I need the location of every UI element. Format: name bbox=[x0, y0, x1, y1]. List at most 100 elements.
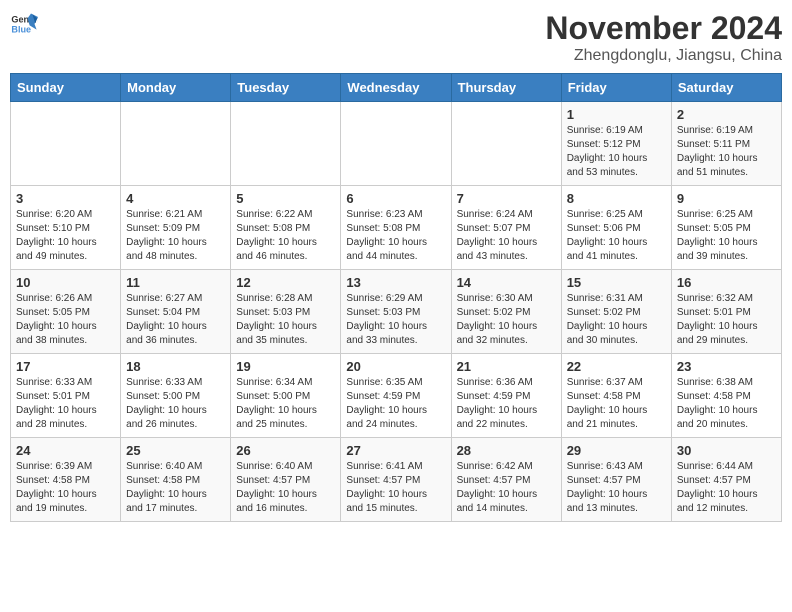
calendar-cell bbox=[121, 102, 231, 186]
calendar-cell: 23Sunrise: 6:38 AMSunset: 4:58 PMDayligh… bbox=[671, 354, 781, 438]
day-number: 13 bbox=[346, 275, 445, 290]
day-number: 26 bbox=[236, 443, 335, 458]
day-info: Sunrise: 6:28 AMSunset: 5:03 PMDaylight:… bbox=[236, 292, 335, 348]
day-info: Sunrise: 6:30 AMSunset: 5:02 PMDaylight:… bbox=[457, 292, 556, 348]
calendar-week-5: 24Sunrise: 6:39 AMSunset: 4:58 PMDayligh… bbox=[11, 438, 782, 522]
day-number: 21 bbox=[457, 359, 556, 374]
day-number: 22 bbox=[567, 359, 666, 374]
day-info: Sunrise: 6:43 AMSunset: 4:57 PMDaylight:… bbox=[567, 460, 666, 516]
day-info: Sunrise: 6:27 AMSunset: 5:04 PMDaylight:… bbox=[126, 292, 225, 348]
day-number: 7 bbox=[457, 191, 556, 206]
day-number: 6 bbox=[346, 191, 445, 206]
calendar-week-3: 10 Sunrise: 6:26 AMSunset: 5:05 PMDayligh… bbox=[11, 270, 782, 354]
day-info: Sunrise: 6:25 AMSunset: 5:05 PMDaylight:… bbox=[677, 208, 776, 264]
day-number: 25 bbox=[126, 443, 225, 458]
day-info: Sunrise: 6:34 AMSunset: 5:00 PMDaylight:… bbox=[236, 376, 335, 432]
weekday-header-row: SundayMondayTuesdayWednesdayThursdayFrid… bbox=[11, 74, 782, 102]
calendar-cell: 21 Sunrise: 6:36 AMSunset: 4:59 PMDayligh… bbox=[451, 354, 561, 438]
day-info: Sunrise: 6:22 AMSunset: 5:08 PMDaylight:… bbox=[236, 208, 335, 264]
day-number: 15 bbox=[567, 275, 666, 290]
day-info: Sunrise: 6:33 AMSunset: 5:01 PMDaylight:… bbox=[16, 376, 115, 432]
calendar-cell: 7 Sunrise: 6:24 AMSunset: 5:07 PMDaylight… bbox=[451, 186, 561, 270]
calendar-cell: 10 Sunrise: 6:26 AMSunset: 5:05 PMDayligh… bbox=[11, 270, 121, 354]
day-number: 10 bbox=[16, 275, 115, 290]
day-number: 18 bbox=[126, 359, 225, 374]
day-number: 20 bbox=[346, 359, 445, 374]
calendar-cell: 19 Sunrise: 6:34 AMSunset: 5:00 PMDayligh… bbox=[231, 354, 341, 438]
day-number: 4 bbox=[126, 191, 225, 206]
month-title: November 2024 bbox=[545, 10, 782, 47]
calendar-cell: 5Sunrise: 6:22 AMSunset: 5:08 PMDaylight… bbox=[231, 186, 341, 270]
calendar-table: SundayMondayTuesdayWednesdayThursdayFrid… bbox=[10, 73, 782, 522]
day-info: Sunrise: 6:19 AMSunset: 5:12 PMDaylight:… bbox=[567, 124, 666, 180]
calendar-cell: 4 Sunrise: 6:21 AMSunset: 5:09 PMDaylight… bbox=[121, 186, 231, 270]
day-number: 29 bbox=[567, 443, 666, 458]
calendar-cell: 3 Sunrise: 6:20 AMSunset: 5:10 PMDaylight… bbox=[11, 186, 121, 270]
day-info: Sunrise: 6:20 AMSunset: 5:10 PMDaylight:… bbox=[16, 208, 115, 264]
day-number: 17 bbox=[16, 359, 115, 374]
day-info: Sunrise: 6:23 AMSunset: 5:08 PMDaylight:… bbox=[346, 208, 445, 264]
calendar-cell: 28 Sunrise: 6:42 AMSunset: 4:57 PMDayligh… bbox=[451, 438, 561, 522]
weekday-header-tuesday: Tuesday bbox=[231, 74, 341, 102]
day-number: 9 bbox=[677, 191, 776, 206]
day-info: Sunrise: 6:41 AMSunset: 4:57 PMDaylight:… bbox=[346, 460, 445, 516]
day-info: Sunrise: 6:26 AMSunset: 5:05 PMDaylight:… bbox=[16, 292, 115, 348]
title-area: November 2024 Zhengdonglu, Jiangsu, Chin… bbox=[545, 10, 782, 65]
day-info: Sunrise: 6:40 AMSunset: 4:58 PMDaylight:… bbox=[126, 460, 225, 516]
calendar-cell: 13 Sunrise: 6:29 AMSunset: 5:03 PMDayligh… bbox=[341, 270, 451, 354]
calendar-cell: 9 Sunrise: 6:25 AMSunset: 5:05 PMDaylight… bbox=[671, 186, 781, 270]
day-number: 14 bbox=[457, 275, 556, 290]
day-number: 1 bbox=[567, 107, 666, 122]
calendar-cell: 29 Sunrise: 6:43 AMSunset: 4:57 PMDayligh… bbox=[561, 438, 671, 522]
day-number: 3 bbox=[16, 191, 115, 206]
calendar-cell bbox=[341, 102, 451, 186]
calendar-week-2: 3 Sunrise: 6:20 AMSunset: 5:10 PMDaylight… bbox=[11, 186, 782, 270]
day-info: Sunrise: 6:44 AMSunset: 4:57 PMDaylight:… bbox=[677, 460, 776, 516]
calendar-cell: 26Sunrise: 6:40 AMSunset: 4:57 PMDayligh… bbox=[231, 438, 341, 522]
calendar-cell: 15 Sunrise: 6:31 AMSunset: 5:02 PMDayligh… bbox=[561, 270, 671, 354]
calendar-cell: 6 Sunrise: 6:23 AMSunset: 5:08 PMDaylight… bbox=[341, 186, 451, 270]
calendar-cell bbox=[231, 102, 341, 186]
logo: General Blue bbox=[10, 10, 38, 38]
weekday-header-wednesday: Wednesday bbox=[341, 74, 451, 102]
day-info: Sunrise: 6:25 AMSunset: 5:06 PMDaylight:… bbox=[567, 208, 666, 264]
weekday-header-thursday: Thursday bbox=[451, 74, 561, 102]
day-info: Sunrise: 6:19 AMSunset: 5:11 PMDaylight:… bbox=[677, 124, 776, 180]
calendar-cell: 14 Sunrise: 6:30 AMSunset: 5:02 PMDayligh… bbox=[451, 270, 561, 354]
day-info: Sunrise: 6:38 AMSunset: 4:58 PMDaylight:… bbox=[677, 376, 776, 432]
day-info: Sunrise: 6:31 AMSunset: 5:02 PMDaylight:… bbox=[567, 292, 666, 348]
day-info: Sunrise: 6:37 AMSunset: 4:58 PMDaylight:… bbox=[567, 376, 666, 432]
day-number: 11 bbox=[126, 275, 225, 290]
calendar-cell: 22 Sunrise: 6:37 AMSunset: 4:58 PMDayligh… bbox=[561, 354, 671, 438]
day-number: 12 bbox=[236, 275, 335, 290]
day-info: Sunrise: 6:21 AMSunset: 5:09 PMDaylight:… bbox=[126, 208, 225, 264]
day-info: Sunrise: 6:24 AMSunset: 5:07 PMDaylight:… bbox=[457, 208, 556, 264]
calendar-cell: 8 Sunrise: 6:25 AMSunset: 5:06 PMDaylight… bbox=[561, 186, 671, 270]
calendar-cell: 24Sunrise: 6:39 AMSunset: 4:58 PMDayligh… bbox=[11, 438, 121, 522]
calendar-cell: 20 Sunrise: 6:35 AMSunset: 4:59 PMDayligh… bbox=[341, 354, 451, 438]
day-number: 8 bbox=[567, 191, 666, 206]
day-info: Sunrise: 6:36 AMSunset: 4:59 PMDaylight:… bbox=[457, 376, 556, 432]
calendar-cell: 30 Sunrise: 6:44 AMSunset: 4:57 PMDayligh… bbox=[671, 438, 781, 522]
weekday-header-sunday: Sunday bbox=[11, 74, 121, 102]
day-number: 19 bbox=[236, 359, 335, 374]
calendar-cell: 17 Sunrise: 6:33 AMSunset: 5:01 PMDayligh… bbox=[11, 354, 121, 438]
day-number: 2 bbox=[677, 107, 776, 122]
day-info: Sunrise: 6:42 AMSunset: 4:57 PMDaylight:… bbox=[457, 460, 556, 516]
weekday-header-saturday: Saturday bbox=[671, 74, 781, 102]
calendar-cell bbox=[451, 102, 561, 186]
day-info: Sunrise: 6:35 AMSunset: 4:59 PMDaylight:… bbox=[346, 376, 445, 432]
calendar-cell: 27 Sunrise: 6:41 AMSunset: 4:57 PMDayligh… bbox=[341, 438, 451, 522]
calendar-week-4: 17 Sunrise: 6:33 AMSunset: 5:01 PMDayligh… bbox=[11, 354, 782, 438]
calendar-cell: 12 Sunrise: 6:28 AMSunset: 5:03 PMDayligh… bbox=[231, 270, 341, 354]
day-number: 28 bbox=[457, 443, 556, 458]
weekday-header-monday: Monday bbox=[121, 74, 231, 102]
calendar-cell: 1 Sunrise: 6:19 AMSunset: 5:12 PMDaylight… bbox=[561, 102, 671, 186]
day-number: 27 bbox=[346, 443, 445, 458]
calendar-cell bbox=[11, 102, 121, 186]
calendar-cell: 11 Sunrise: 6:27 AMSunset: 5:04 PMDayligh… bbox=[121, 270, 231, 354]
day-info: Sunrise: 6:39 AMSunset: 4:58 PMDaylight:… bbox=[16, 460, 115, 516]
day-info: Sunrise: 6:29 AMSunset: 5:03 PMDaylight:… bbox=[346, 292, 445, 348]
location-title: Zhengdonglu, Jiangsu, China bbox=[545, 47, 782, 65]
day-number: 30 bbox=[677, 443, 776, 458]
